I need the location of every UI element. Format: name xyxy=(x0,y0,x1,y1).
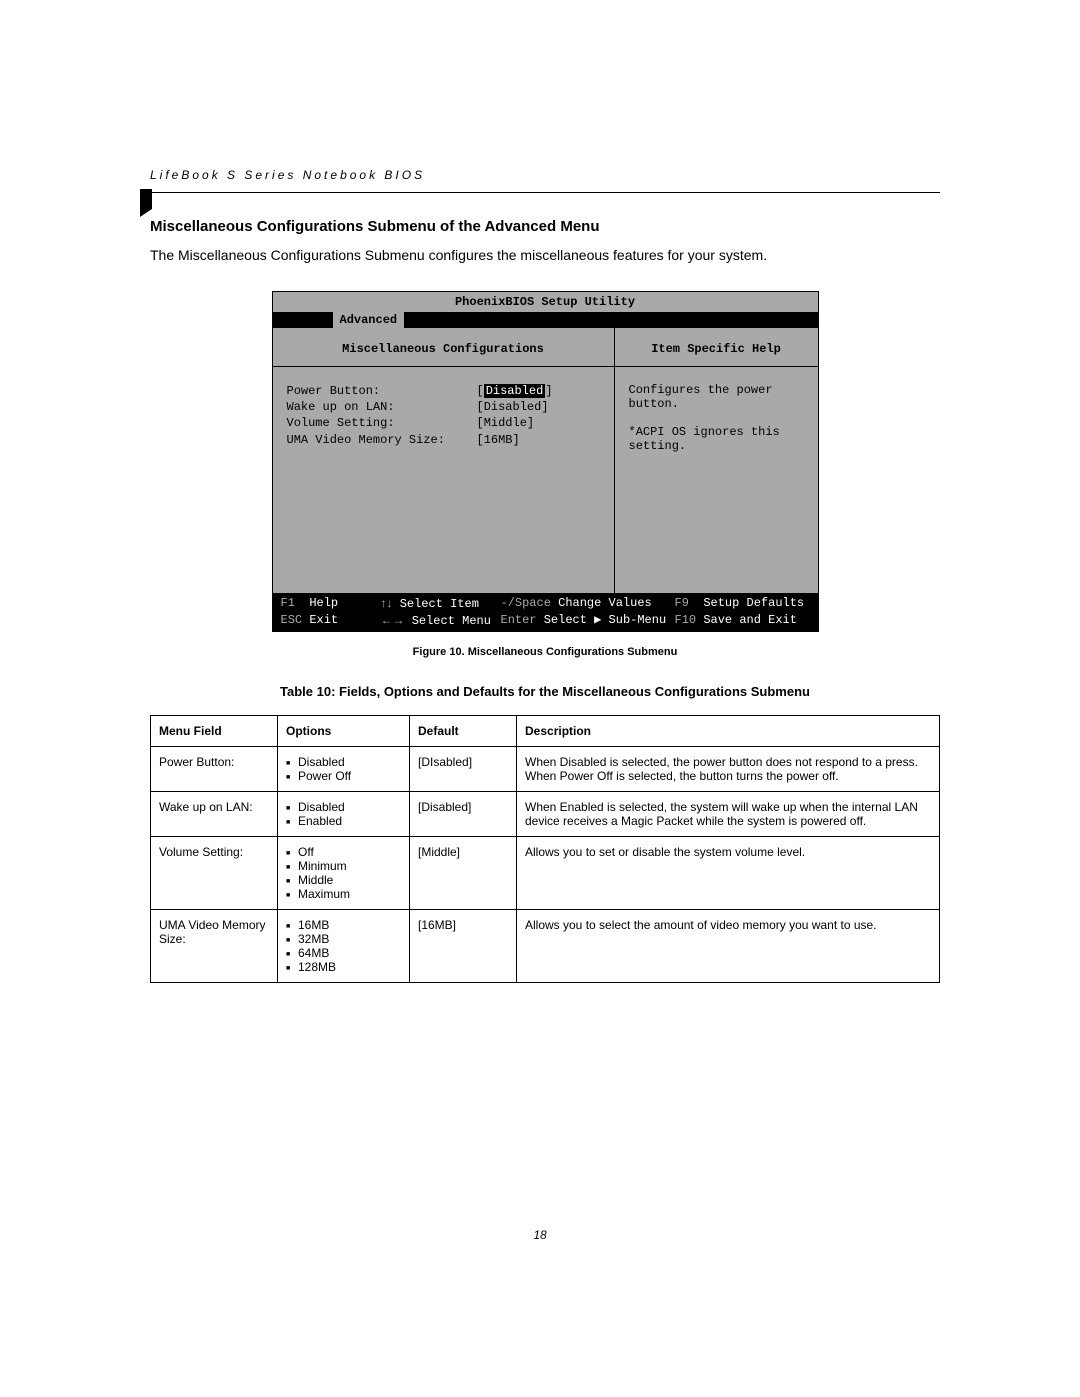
option-item: 128MB xyxy=(286,960,401,974)
section-title: Miscellaneous Configurations Submenu of … xyxy=(150,218,940,235)
cell-default: [DIsabled] xyxy=(410,747,517,792)
bios-setting-value: [Middle] xyxy=(477,415,535,431)
table-row: UMA Video Memory Size:16MB32MB64MB128MB[… xyxy=(151,910,940,983)
cell-default: [Disabled] xyxy=(410,792,517,837)
table-title: Table 10: Fields, Options and Defaults f… xyxy=(150,684,940,699)
option-item: 16MB xyxy=(286,918,401,932)
option-item: Enabled xyxy=(286,814,401,828)
bios-setting-value: [Disabled] xyxy=(477,399,549,415)
option-item: 32MB xyxy=(286,932,401,946)
cell-default: [16MB] xyxy=(410,910,517,983)
bios-screenshot: PhoenixBIOS Setup Utility Advanced Misce… xyxy=(272,291,819,632)
cell-options: DisabledEnabled xyxy=(278,792,410,837)
header-rule xyxy=(150,192,940,193)
bios-help-line: setting. xyxy=(629,439,804,453)
bios-tab-bar: Advanced xyxy=(273,312,818,328)
option-item: Disabled xyxy=(286,755,401,769)
bios-setting-label: Power Button: xyxy=(287,383,477,399)
cell-menu-field: Volume Setting: xyxy=(151,837,278,910)
bios-help-line: button. xyxy=(629,397,804,411)
cell-menu-field: Wake up on LAN: xyxy=(151,792,278,837)
cell-description: When Enabled is selected, the system wil… xyxy=(517,792,940,837)
options-table: Menu Field Options Default Description P… xyxy=(150,715,940,983)
cell-menu-field: Power Button: xyxy=(151,747,278,792)
running-header: LifeBook S Series Notebook BIOS xyxy=(150,168,940,182)
bios-footer: F1 Help ↑↓ Select Item -/Space Change Va… xyxy=(273,593,818,631)
bios-setting-row: Power Button:[Disabled] xyxy=(287,383,604,399)
cell-description: Allows you to select the amount of video… xyxy=(517,910,940,983)
bios-utility-title: PhoenixBIOS Setup Utility xyxy=(273,292,818,312)
bios-help-line: Configures the power xyxy=(629,383,804,397)
cell-description: When Disabled is selected, the power but… xyxy=(517,747,940,792)
figure-caption: Figure 10. Miscellaneous Configurations … xyxy=(150,646,940,658)
option-item: Minimum xyxy=(286,859,401,873)
th-description: Description xyxy=(517,716,940,747)
cell-default: [Middle] xyxy=(410,837,517,910)
bios-setting-value: [Disabled] xyxy=(477,383,553,399)
option-item: Middle xyxy=(286,873,401,887)
bios-help-line xyxy=(629,411,804,425)
table-row: Volume Setting:OffMinimumMiddleMaximum[M… xyxy=(151,837,940,910)
option-item: Maximum xyxy=(286,887,401,901)
option-item: Power Off xyxy=(286,769,401,783)
bios-help-line: *ACPI OS ignores this xyxy=(629,425,804,439)
bios-right-header: Item Specific Help xyxy=(615,328,818,367)
bios-setting-row: Wake up on LAN:[Disabled] xyxy=(287,399,604,415)
bios-settings-list: Power Button:[Disabled]Wake up on LAN:[D… xyxy=(273,367,614,593)
bios-setting-label: UMA Video Memory Size: xyxy=(287,432,477,448)
bios-footer-row-2: ESC Exit ←→ Select Menu Enter Select ▶ S… xyxy=(281,612,810,629)
option-item: 64MB xyxy=(286,946,401,960)
intro-text: The Miscellaneous Configurations Submenu… xyxy=(150,247,940,263)
bios-left-header: Miscellaneous Configurations xyxy=(273,328,614,367)
cell-description: Allows you to set or disable the system … xyxy=(517,837,940,910)
page-number: 18 xyxy=(0,1228,1080,1242)
bios-setting-value: [16MB] xyxy=(477,432,520,448)
bios-setting-label: Volume Setting: xyxy=(287,415,477,431)
bios-setting-row: Volume Setting:[Middle] xyxy=(287,415,604,431)
th-options: Options xyxy=(278,716,410,747)
option-item: Disabled xyxy=(286,800,401,814)
table-row: Power Button:DisabledPower Off[DIsabled]… xyxy=(151,747,940,792)
cell-options: 16MB32MB64MB128MB xyxy=(278,910,410,983)
th-default: Default xyxy=(410,716,517,747)
bios-setting-row: UMA Video Memory Size:[16MB] xyxy=(287,432,604,448)
cell-options: DisabledPower Off xyxy=(278,747,410,792)
bios-help-text: Configures the powerbutton. *ACPI OS ign… xyxy=(615,367,818,593)
option-item: Off xyxy=(286,845,401,859)
th-menu-field: Menu Field xyxy=(151,716,278,747)
cell-menu-field: UMA Video Memory Size: xyxy=(151,910,278,983)
table-row: Wake up on LAN:DisabledEnabled[Disabled]… xyxy=(151,792,940,837)
bios-footer-row-1: F1 Help ↑↓ Select Item -/Space Change Va… xyxy=(281,595,810,612)
bios-tab-advanced: Advanced xyxy=(333,312,405,328)
bios-setting-label: Wake up on LAN: xyxy=(287,399,477,415)
cell-options: OffMinimumMiddleMaximum xyxy=(278,837,410,910)
